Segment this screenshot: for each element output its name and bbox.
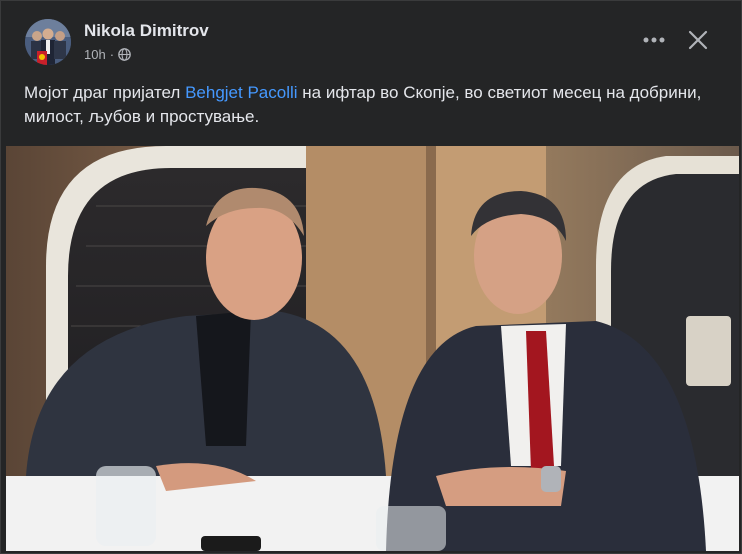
avatar[interactable] (25, 19, 71, 65)
avatar-image (25, 19, 71, 65)
photo-image (6, 146, 739, 551)
post-meta: 10h · (84, 47, 131, 62)
post-header: Nikola Dimitrov 10h · (23, 19, 723, 71)
post-card: Nikola Dimitrov 10h · Мојот драг пријате… (0, 0, 742, 554)
post-photo[interactable] (6, 146, 739, 551)
post-time[interactable]: 10h (84, 47, 106, 62)
post-options-button[interactable] (639, 25, 669, 55)
caption-text-start: Мојот драг пријател (24, 83, 186, 102)
globe-icon[interactable] (118, 48, 131, 61)
post-caption: Мојот драг пријател Behgjet Pacolli на и… (24, 81, 714, 129)
more-horizontal-icon (643, 37, 665, 43)
close-icon (688, 30, 708, 50)
meta-separator: · (109, 47, 115, 62)
close-button[interactable] (683, 25, 713, 55)
author-name[interactable]: Nikola Dimitrov (84, 21, 209, 41)
mention-link[interactable]: Behgjet Pacolli (185, 83, 297, 102)
